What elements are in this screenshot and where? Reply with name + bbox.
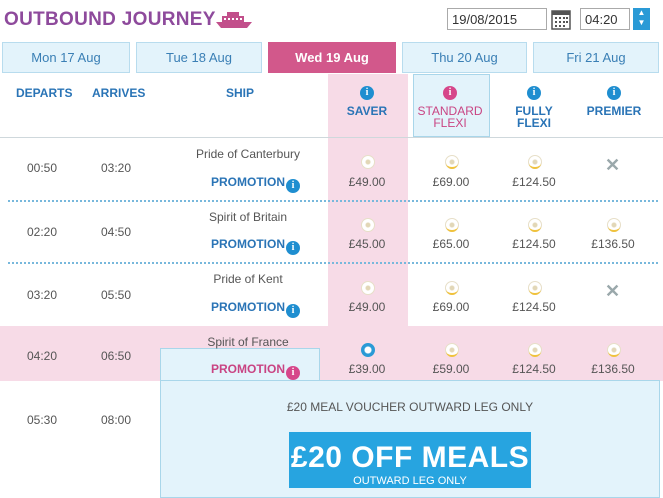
promotion-info-icon[interactable]: i xyxy=(286,366,300,380)
promotion-info-icon[interactable]: i xyxy=(286,304,300,318)
promotion-info-icon[interactable]: i xyxy=(286,179,300,193)
calendar-icon[interactable] xyxy=(551,8,571,30)
row-2-departs: 02:20 xyxy=(26,225,58,239)
row-1-ship: Pride of Canterbury xyxy=(195,147,301,161)
promotion-info-icon[interactable]: i xyxy=(286,241,300,255)
tab-wed-19[interactable]: Wed 19 Aug xyxy=(268,42,396,73)
tab-thu-20[interactable]: Thu 20 Aug xyxy=(402,42,527,73)
row-4-standard-price: £59.00 xyxy=(432,362,470,376)
row-separator xyxy=(8,262,658,264)
banner-headline: £20 OFF MEALS xyxy=(290,441,530,474)
time-field[interactable]: 04:20 xyxy=(580,8,630,30)
popup-title: £20 MEAL VOUCHER OUTWARD LEG ONLY xyxy=(286,400,534,414)
fully-flexi-info-icon[interactable]: i xyxy=(527,86,541,100)
standard-flexi-info-icon[interactable]: i xyxy=(443,86,457,100)
tab-fri-21[interactable]: Fri 21 Aug xyxy=(533,42,659,73)
row-3-ship: Pride of Kent xyxy=(213,272,283,286)
arrives-header: ARRIVES xyxy=(92,86,146,100)
tab-mon-17[interactable]: Mon 17 Aug xyxy=(2,42,130,73)
spin-up-icon[interactable]: ▲ xyxy=(633,8,650,18)
row-4-departs: 04:20 xyxy=(26,349,58,363)
row-3-arrives: 05:50 xyxy=(100,288,132,302)
row-1-saver-radio[interactable] xyxy=(361,155,375,169)
page-title: OUTBOUND JOURNEY xyxy=(4,9,216,30)
departs-header: DEPARTS xyxy=(16,86,73,100)
row-separator xyxy=(8,200,658,202)
unavailable-icon: ✕ xyxy=(605,281,621,301)
row-2-promotion-link[interactable]: PROMOTION i xyxy=(211,237,300,255)
row-1-saver-price: £49.00 xyxy=(348,175,386,189)
unavailable-icon: ✕ xyxy=(605,155,621,175)
row-1-promotion-link[interactable]: PROMOTION i xyxy=(211,175,300,193)
row-4-ship: Spirit of France xyxy=(207,335,289,349)
row-4-promotion-link[interactable]: PROMOTION i xyxy=(211,362,300,380)
banner-subline: OUTWARD LEG ONLY xyxy=(353,475,467,487)
row-2-premier-price: £136.50 xyxy=(591,237,635,251)
row-4-saver-price: £39.00 xyxy=(348,362,386,376)
meal-voucher-banner: £20 OFF MEALS OUTWARD LEG ONLY xyxy=(289,432,531,488)
fully-flexi-header[interactable]: i FULLY FLEXI xyxy=(499,86,569,129)
row-3-promotion-link[interactable]: PROMOTION i xyxy=(211,300,300,318)
row-3-departs: 03:20 xyxy=(26,288,58,302)
header-divider xyxy=(0,137,663,138)
spin-down-icon[interactable]: ▼ xyxy=(633,18,650,28)
row-1-fully-flexi-price: £124.50 xyxy=(512,175,556,189)
row-1-arrives: 03:20 xyxy=(100,161,132,175)
row-2-ship: Spirit of Britain xyxy=(208,210,288,224)
premier-info-icon[interactable]: i xyxy=(607,86,621,100)
premier-header[interactable]: i PREMIER xyxy=(579,86,649,117)
row-3-fully-flexi-price: £124.50 xyxy=(512,300,556,314)
saver-header[interactable]: i SAVER xyxy=(332,86,402,117)
row-1-standard-price: £69.00 xyxy=(432,175,470,189)
row-5-departs: 05:30 xyxy=(26,413,58,427)
row-4-saver-radio[interactable] xyxy=(361,343,375,357)
row-2-saver-radio[interactable] xyxy=(361,218,375,232)
row-2-saver-price: £45.00 xyxy=(348,237,386,251)
row-4-arrives: 06:50 xyxy=(100,349,132,363)
row-3-standard-price: £69.00 xyxy=(432,300,470,314)
saver-info-icon[interactable]: i xyxy=(360,86,374,100)
row-4-fully-flexi-price: £124.50 xyxy=(512,362,556,376)
tab-tue-18[interactable]: Tue 18 Aug xyxy=(136,42,262,73)
ship-header: SHIP xyxy=(226,86,255,100)
row-3-saver-price: £49.00 xyxy=(348,300,386,314)
journey-header: OUTBOUND JOURNEY 19/08/2015 04:20 ▲ ▼ xyxy=(0,0,663,40)
standard-flexi-header[interactable]: i STANDARD FLEXI xyxy=(415,86,485,129)
time-spinner[interactable]: ▲ ▼ xyxy=(633,8,650,30)
date-field[interactable]: 19/08/2015 xyxy=(447,8,547,30)
ferry-icon xyxy=(216,12,252,28)
row-3-saver-radio[interactable] xyxy=(361,281,375,295)
row-2-arrives: 04:50 xyxy=(100,225,132,239)
row-5-arrives: 08:00 xyxy=(100,413,132,427)
row-4-premier-price: £136.50 xyxy=(591,362,635,376)
row-1-departs: 00:50 xyxy=(26,161,58,175)
row-2-fully-flexi-price: £124.50 xyxy=(512,237,556,251)
row-2-standard-price: £65.00 xyxy=(432,237,470,251)
